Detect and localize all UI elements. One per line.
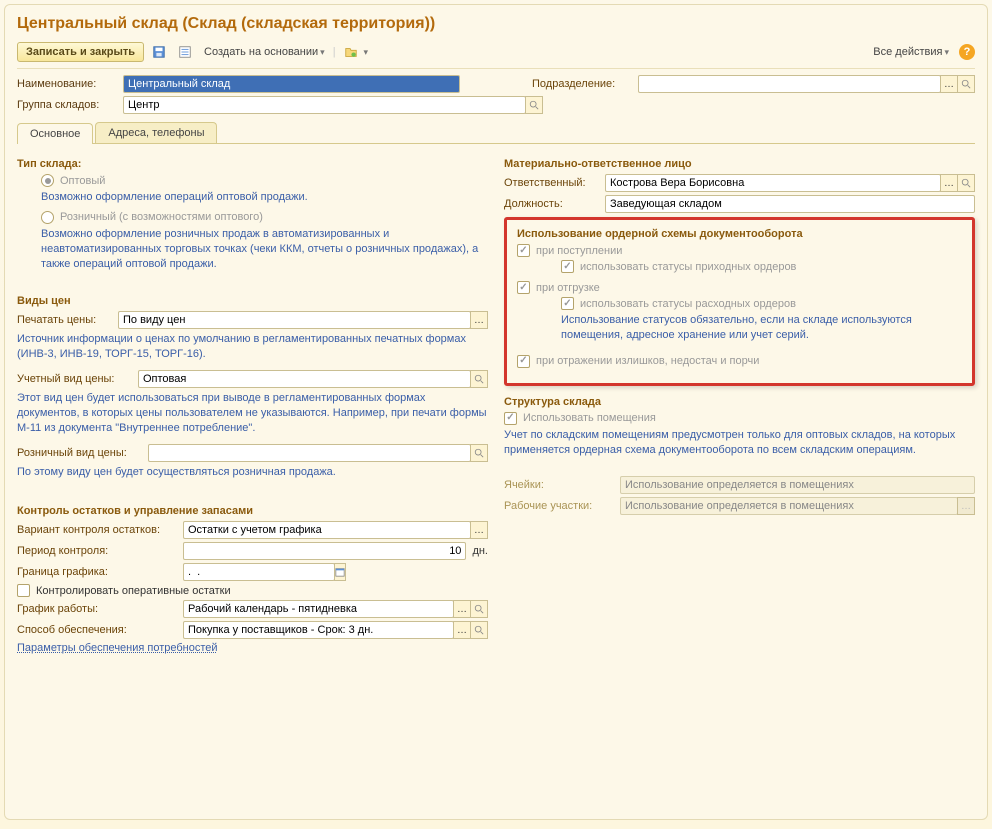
- supply-search-button[interactable]: [470, 621, 488, 639]
- folder-dropdown-icon[interactable]: [362, 46, 369, 58]
- chk-shipping-label: при отгрузке: [536, 282, 600, 294]
- responsible-search-button[interactable]: [957, 174, 975, 192]
- areas-label: Рабочие участки:: [504, 500, 614, 512]
- name-label: Наименование:: [17, 78, 117, 90]
- acct-price-label: Учетный вид цены:: [17, 373, 132, 385]
- group-label: Группа складов:: [17, 99, 117, 111]
- group-search-button[interactable]: [525, 96, 543, 114]
- period-unit: дн.: [472, 545, 488, 557]
- responsible-select-button[interactable]: …: [940, 174, 958, 192]
- left-column: Тип склада: Оптовый Возможно оформление …: [17, 152, 488, 657]
- prices-heading: Виды цен: [17, 295, 488, 307]
- chk-surplus[interactable]: [517, 355, 530, 368]
- boundary-input[interactable]: [183, 563, 335, 581]
- print-prices-select-button[interactable]: …: [470, 311, 488, 329]
- variant-select-button[interactable]: …: [470, 521, 488, 539]
- radio-retail[interactable]: [41, 211, 54, 224]
- order-scheme-heading: Использование ордерной схемы документооб…: [517, 228, 962, 240]
- chk-shipping[interactable]: [517, 281, 530, 294]
- position-input[interactable]: [605, 195, 975, 213]
- cells-label: Ячейки:: [504, 479, 614, 491]
- chk-rooms[interactable]: [504, 412, 517, 425]
- radio-wholesale-label: Оптовый: [60, 175, 105, 187]
- boundary-calendar-button[interactable]: [334, 563, 346, 581]
- stock-heading: Контроль остатков и управление запасами: [17, 505, 488, 517]
- schedule-search-button[interactable]: [470, 600, 488, 618]
- period-input[interactable]: [183, 542, 466, 560]
- subdivision-search-button[interactable]: [957, 75, 975, 93]
- supply-params-link[interactable]: Параметры обеспечения потребностей: [17, 642, 218, 654]
- rooms-hint: Учет по складским помещениям предусмотре…: [504, 428, 975, 458]
- variant-input[interactable]: [183, 521, 471, 539]
- control-operative-checkbox[interactable]: [17, 584, 30, 597]
- chk-shipping-status-label: использовать статусы расходных ордеров: [580, 298, 796, 310]
- right-column: Материально-ответственное лицо Ответстве…: [504, 152, 975, 657]
- chk-incoming-status[interactable]: [561, 260, 574, 273]
- chk-surplus-label: при отражении излишков, недостач и порчи: [536, 355, 759, 367]
- save-icon[interactable]: [148, 42, 170, 62]
- supply-select-button[interactable]: …: [453, 621, 471, 639]
- retail-price-search-button[interactable]: [470, 444, 488, 462]
- status-hint: Использование статусов обязательно, если…: [561, 313, 962, 343]
- retail-price-hint: По этому виду цен будет осуществляться р…: [17, 465, 488, 480]
- chk-incoming[interactable]: [517, 244, 530, 257]
- radio-retail-label: Розничный (с возможностями оптового): [60, 211, 263, 223]
- period-label: Период контроля:: [17, 545, 177, 557]
- radio-wholesale[interactable]: [41, 174, 54, 187]
- boundary-label: Граница графика:: [17, 566, 177, 578]
- all-actions-dropdown[interactable]: Все действия: [873, 46, 949, 58]
- schedule-select-button[interactable]: …: [453, 600, 471, 618]
- acct-price-search-button[interactable]: [470, 370, 488, 388]
- structure-heading: Структура склада: [504, 396, 975, 408]
- page-title: Центральный склад (Склад (складская терр…: [17, 15, 975, 33]
- group-input[interactable]: [123, 96, 526, 114]
- chk-rooms-label: Использовать помещения: [523, 412, 656, 424]
- chk-incoming-status-label: использовать статусы приходных ордеров: [580, 261, 796, 273]
- tab-main[interactable]: Основное: [17, 123, 93, 144]
- acct-price-hint: Этот вид цен будет использоваться при вы…: [17, 391, 488, 436]
- acct-price-input[interactable]: [138, 370, 471, 388]
- toolbar: Записать и закрыть Создать на основании …: [17, 39, 975, 69]
- folder-icon[interactable]: [340, 42, 362, 62]
- save-close-button[interactable]: Записать и закрыть: [17, 42, 144, 62]
- responsible-input[interactable]: [605, 174, 941, 192]
- control-operative-label: Контролировать оперативные остатки: [36, 585, 231, 597]
- chk-shipping-status[interactable]: [561, 297, 574, 310]
- areas-input: [620, 497, 958, 515]
- position-label: Должность:: [504, 198, 599, 210]
- tab-addresses[interactable]: Адреса, телефоны: [95, 122, 217, 143]
- schedule-input[interactable]: [183, 600, 454, 618]
- subdivision-input[interactable]: [638, 75, 941, 93]
- variant-label: Вариант контроля остатков:: [17, 524, 177, 536]
- create-based-on-dropdown[interactable]: Создать на основании: [200, 44, 329, 60]
- print-prices-hint: Источник информации о ценах по умолчанию…: [17, 332, 488, 362]
- subdivision-label: Подразделение:: [532, 78, 632, 90]
- supply-label: Способ обеспечения:: [17, 624, 177, 636]
- schedule-label: График работы:: [17, 603, 177, 615]
- retail-price-input[interactable]: [148, 444, 471, 462]
- areas-select-button: …: [957, 497, 975, 515]
- name-input[interactable]: [123, 75, 460, 93]
- order-scheme-highlight: Использование ордерной схемы документооб…: [504, 217, 975, 386]
- retail-hint: Возможно оформление розничных продаж в а…: [41, 227, 488, 272]
- mol-heading: Материально-ответственное лицо: [504, 158, 975, 170]
- print-prices-label: Печатать цены:: [17, 314, 112, 326]
- cells-input: [620, 476, 975, 494]
- warehouse-type-heading: Тип склада:: [17, 158, 488, 170]
- supply-input[interactable]: [183, 621, 454, 639]
- list-icon[interactable]: [174, 42, 196, 62]
- retail-price-label: Розничный вид цены:: [17, 447, 142, 459]
- chk-incoming-label: при поступлении: [536, 245, 622, 257]
- responsible-label: Ответственный:: [504, 177, 599, 189]
- print-prices-input[interactable]: [118, 311, 471, 329]
- subdivision-select-button[interactable]: …: [940, 75, 958, 93]
- help-icon[interactable]: ?: [959, 44, 975, 60]
- wholesale-hint: Возможно оформление операций оптовой про…: [41, 190, 488, 205]
